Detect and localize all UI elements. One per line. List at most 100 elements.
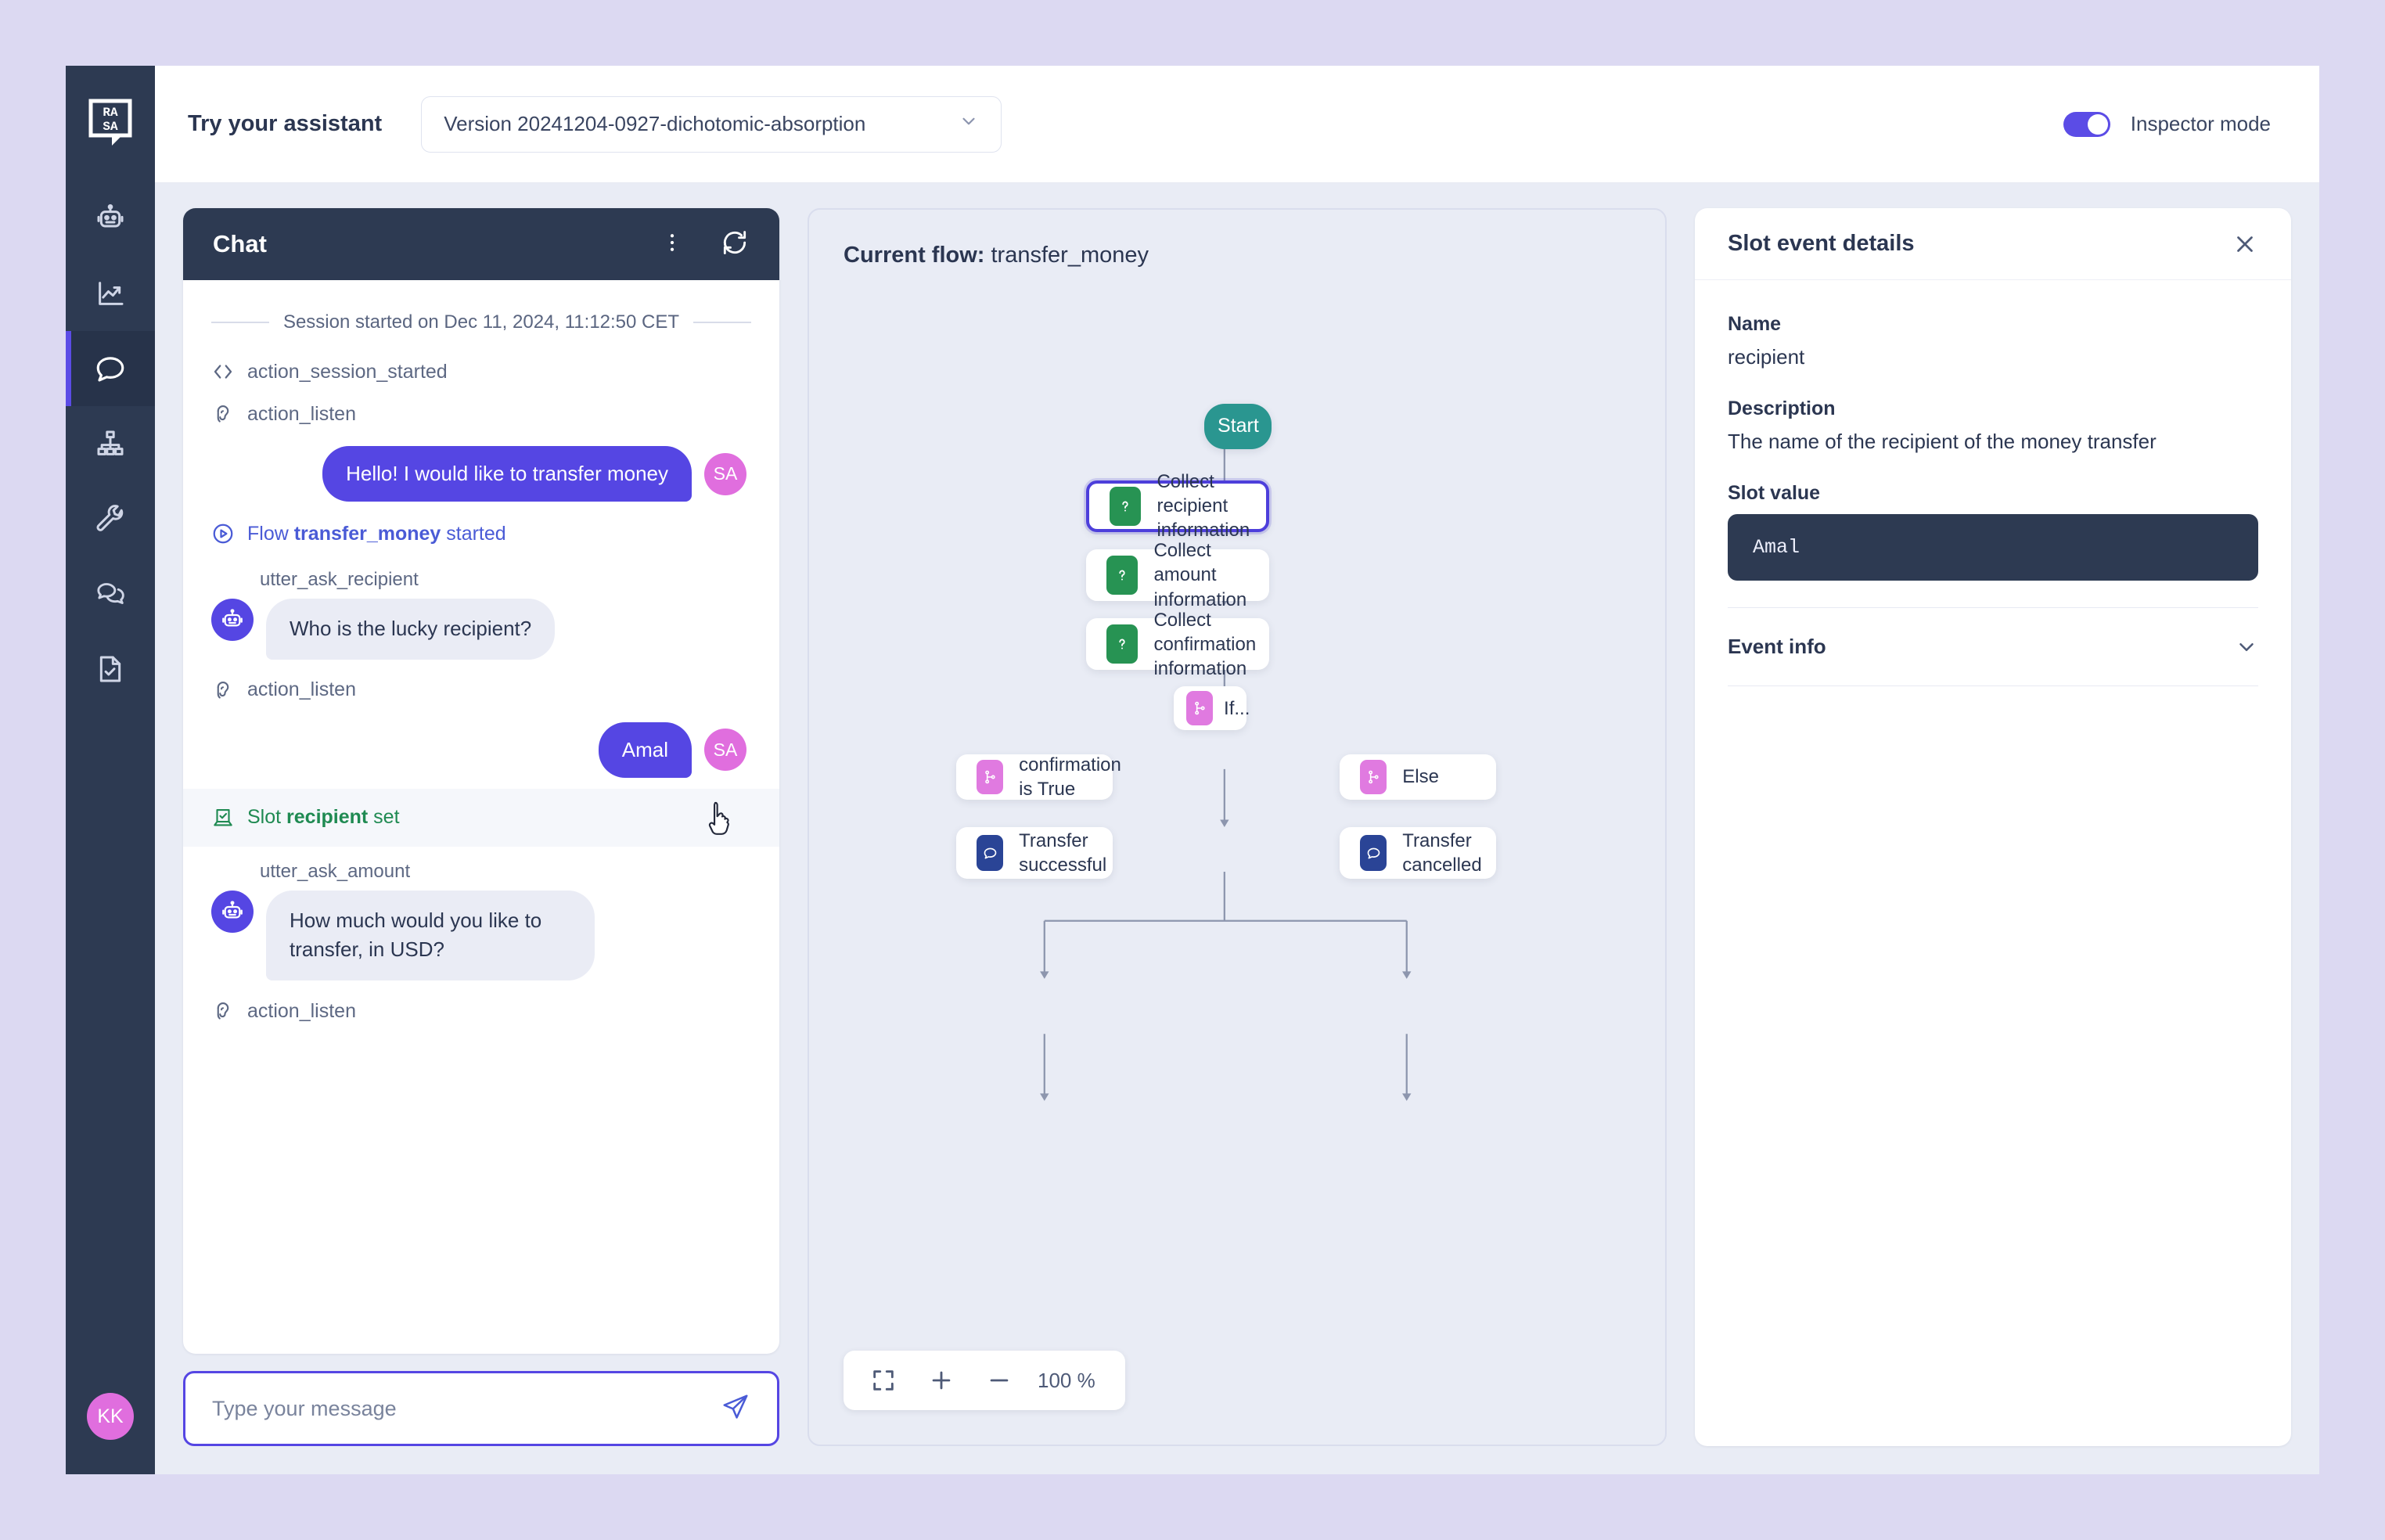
rasa-logo[interactable]: RA SA	[88, 99, 132, 151]
sidebar-item-tests[interactable]	[66, 631, 155, 707]
utter-name: utter_ask_amount	[260, 860, 411, 882]
field-value-description: The name of the recipient of the money t…	[1728, 430, 2157, 453]
topbar: Try your assistant Version 20241204-0927…	[155, 66, 2319, 183]
event-label: action_listen	[247, 678, 356, 701]
sidebar-item-assistant[interactable]	[66, 181, 155, 256]
bot-message-row[interactable]: How much would you like to transfer, in …	[211, 890, 751, 981]
chat-transcript: Session started on Dec 11, 2024, 11:12:5…	[183, 280, 779, 1354]
sidebar-item-flows[interactable]	[66, 406, 155, 481]
slot-value-code: Amal	[1728, 514, 2258, 581]
refresh-icon[interactable]	[720, 228, 750, 261]
flow-node-branch-true[interactable]: confirmation is True	[956, 754, 1121, 800]
avatar: SA	[704, 729, 746, 772]
flow-node-label: confirmation is True	[1019, 754, 1121, 800]
flow-node-branch-else[interactable]: Else	[1340, 754, 1497, 800]
sidebar-item-tools[interactable]	[66, 481, 155, 556]
chat-title: Chat	[213, 230, 267, 257]
bot-message-row[interactable]: Who is the lucky recipient?	[211, 599, 751, 660]
double-chat-bubble-icon	[95, 578, 126, 610]
flow-node-start[interactable]: Start	[1204, 403, 1272, 449]
bot-message-bubble: How much would you like to transfer, in …	[266, 890, 595, 981]
flow-node-label: Else	[1402, 766, 1439, 788]
event-label: action_listen	[247, 999, 356, 1022]
branch-icon	[1186, 691, 1214, 726]
chat-panel: Chat Session started on Dec 11, 2024, 11…	[183, 208, 779, 1354]
main-panels: Chat Session started on Dec 11, 2024, 11…	[155, 183, 2319, 1474]
ear-icon	[211, 678, 235, 702]
flow-node-collect-confirmation[interactable]: Collect confirmation information	[1086, 610, 1270, 679]
chat-header: Chat	[183, 208, 779, 280]
sidebar: RA SA KK	[66, 66, 155, 1474]
user-avatar[interactable]: KK	[87, 1393, 134, 1440]
org-chart-icon	[95, 428, 126, 459]
chat-header-actions	[660, 228, 750, 261]
event-action-listen-1[interactable]: action_listen	[183, 393, 779, 435]
sidebar-item-conversations[interactable]	[66, 556, 155, 631]
zoom-out-icon[interactable]	[970, 1351, 1028, 1409]
event-info-label: Event info	[1728, 635, 1826, 658]
svg-text:RA: RA	[103, 106, 118, 120]
bot-message-1: utter_ask_recipient Who is the lucky rec…	[183, 555, 779, 669]
chat-column: Chat Session started on Dec 11, 2024, 11…	[183, 208, 779, 1446]
inspector-header: Slot event details	[1695, 208, 2291, 280]
collect-step-icon	[1106, 624, 1139, 664]
version-select-value: Version 20241204-0927-dichotomic-absorpt…	[444, 112, 866, 135]
event-info-accordion[interactable]: Event info	[1728, 608, 2258, 686]
flow-node-label: Collect amount information	[1153, 540, 1247, 610]
event-action-session-started[interactable]: action_session_started	[183, 351, 779, 393]
inspector-mode-toggle[interactable]	[2063, 111, 2110, 137]
kebab-menu-icon[interactable]	[660, 231, 684, 258]
user-message-1[interactable]: Hello! I would like to transfer money SA	[183, 435, 779, 513]
flow-connectors	[1040, 440, 1412, 1101]
flow-node-label: Collect recipient information	[1157, 470, 1250, 542]
event-flow-started[interactable]: Flow transfer_money started	[183, 513, 779, 555]
avatar: SA	[704, 452, 746, 495]
message-composer[interactable]	[183, 1371, 779, 1446]
zoom-in-icon[interactable]	[912, 1351, 970, 1409]
event-label: action_listen	[247, 402, 356, 425]
sidebar-item-analytics[interactable]	[66, 256, 155, 331]
version-select[interactable]: Version 20241204-0927-dichotomic-absorpt…	[421, 95, 1002, 153]
wrench-icon	[95, 503, 126, 534]
divider-line-left	[211, 322, 269, 323]
send-icon[interactable]	[721, 1392, 750, 1426]
event-label: action_session_started	[247, 360, 448, 383]
chat-bubble-icon	[94, 352, 127, 385]
field-label-slot-value: Slot value	[1728, 482, 1821, 504]
inspector-mode-label: Inspector mode	[2130, 112, 2271, 135]
fit-screen-icon[interactable]	[854, 1351, 912, 1409]
flow-node-transfer-cancelled[interactable]: Transfer cancelled	[1340, 827, 1497, 879]
flow-node-collect-recipient[interactable]: Collect recipient information	[1086, 471, 1270, 541]
inspector-body: Name recipient Description The name of t…	[1695, 280, 2291, 686]
flow-canvas[interactable]: Start Collect recipient information Coll…	[809, 210, 1665, 1445]
bot-avatar	[211, 890, 254, 933]
app-window: RA SA KK Try your assistant Version 2024…	[66, 66, 2319, 1474]
close-icon[interactable]	[2232, 231, 2258, 257]
robot-icon	[95, 203, 126, 234]
flow-node-transfer-successful[interactable]: Transfer successful	[956, 827, 1113, 879]
collect-step-icon	[1106, 555, 1139, 595]
sidebar-item-talk-to-assistant[interactable]	[66, 331, 155, 406]
divider-line-right	[693, 322, 751, 323]
mouse-cursor-pointer	[704, 800, 739, 843]
event-slot-set[interactable]: Slot recipient set	[183, 788, 779, 847]
flow-node-collect-amount[interactable]: Collect amount information	[1086, 540, 1270, 610]
field-label-name: Name	[1728, 313, 1782, 335]
user-message-2[interactable]: Amal SA	[183, 711, 779, 789]
user-message-bubble: Amal	[598, 721, 692, 778]
event-action-listen-3[interactable]: action_listen	[183, 990, 779, 1032]
collect-step-icon	[1110, 486, 1142, 526]
flow-node-if[interactable]: If...	[1174, 686, 1250, 731]
document-check-icon	[95, 653, 126, 685]
branch-icon	[977, 759, 1004, 794]
inspector-panel: Slot event details Name recipient Descri…	[1695, 208, 2291, 1446]
user-message-bubble: Hello! I would like to transfer money	[322, 446, 692, 502]
flow-node-label: If...	[1224, 697, 1250, 719]
ear-icon	[211, 999, 235, 1023]
svg-text:SA: SA	[103, 120, 118, 134]
zoom-controls: 100 %	[844, 1351, 1125, 1410]
event-action-listen-2[interactable]: action_listen	[183, 669, 779, 711]
branch-icon	[1360, 759, 1387, 794]
utter-name: utter_ask_recipient	[260, 569, 419, 590]
message-input[interactable]	[212, 1396, 721, 1421]
